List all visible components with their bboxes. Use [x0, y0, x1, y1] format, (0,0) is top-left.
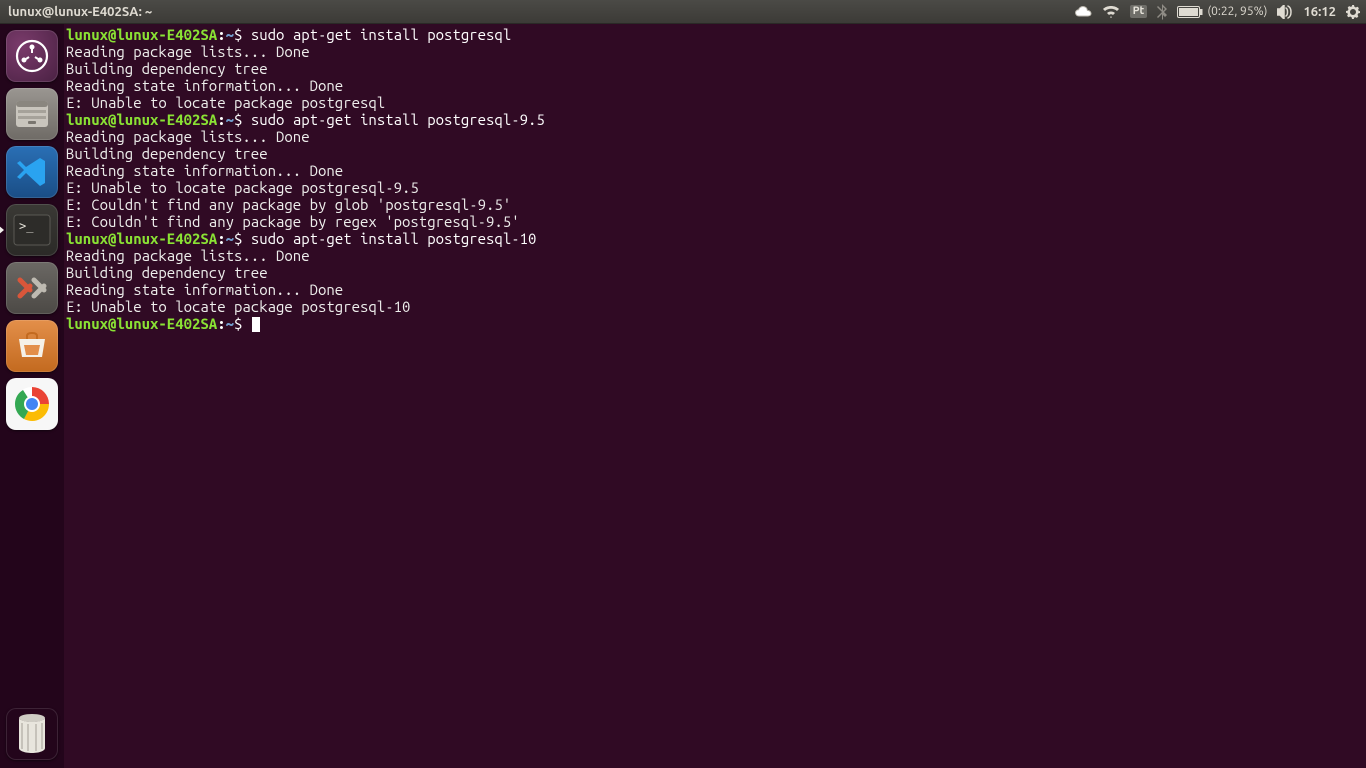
- terminal-output-line: E: Unable to locate package postgresql-9…: [66, 179, 1366, 196]
- terminal-prompt-line: lunux@lunux-E402SA:~$ sudo apt-get insta…: [66, 111, 1366, 128]
- terminal-command: sudo apt-get install postgresql: [251, 26, 511, 43]
- software-icon[interactable]: [6, 320, 58, 372]
- terminal-prompt-line: lunux@lunux-E402SA:~$ sudo apt-get insta…: [66, 230, 1366, 247]
- battery-text: (0:22, 95%): [1207, 5, 1267, 18]
- terminal-output-line: Reading package lists... Done: [66, 128, 1366, 145]
- terminal-output-line: Reading package lists... Done: [66, 43, 1366, 60]
- terminal-output-line: E: Couldn't find any package by regex 'p…: [66, 213, 1366, 230]
- terminal-output-line: Reading state information... Done: [66, 162, 1366, 179]
- terminal-output-line: E: Couldn't find any package by glob 'po…: [66, 196, 1366, 213]
- gear-icon[interactable]: [1346, 5, 1360, 19]
- unity-launcher: >_: [0, 24, 64, 768]
- sound-icon[interactable]: [1277, 5, 1293, 19]
- terminal-output-line: Reading state information... Done: [66, 281, 1366, 298]
- clock[interactable]: 16:12: [1303, 5, 1336, 19]
- terminal-output-line: Reading package lists... Done: [66, 247, 1366, 264]
- top-menu-bar: lunux@lunux-E402SA: ~ Pt (0:22, 95%) 16:…: [0, 0, 1366, 24]
- settings-icon[interactable]: [6, 262, 58, 314]
- trash-icon[interactable]: [6, 708, 58, 760]
- terminal-command: sudo apt-get install postgresql-9.5: [251, 111, 545, 128]
- terminal-prompt-line: lunux@lunux-E402SA:~$: [66, 315, 1366, 332]
- files-icon[interactable]: [6, 88, 58, 140]
- terminal-icon[interactable]: >_: [6, 204, 58, 256]
- window-title: lunux@lunux-E402SA: ~: [8, 5, 152, 19]
- chrome-icon[interactable]: [6, 378, 58, 430]
- cloud-icon[interactable]: [1074, 5, 1092, 19]
- terminal-viewport[interactable]: lunux@lunux-E402SA:~$ sudo apt-get insta…: [64, 24, 1366, 768]
- terminal-prompt-line: lunux@lunux-E402SA:~$ sudo apt-get insta…: [66, 26, 1366, 43]
- terminal-output-line: Building dependency tree: [66, 264, 1366, 281]
- svg-text:>_: >_: [19, 219, 34, 233]
- terminal-output-line: E: Unable to locate package postgresql-1…: [66, 298, 1366, 315]
- keyboard-layout-indicator[interactable]: Pt: [1130, 5, 1148, 18]
- dash-icon[interactable]: [6, 30, 58, 82]
- terminal-output-line: Building dependency tree: [66, 60, 1366, 77]
- wifi-icon[interactable]: [1102, 5, 1120, 19]
- terminal-command: sudo apt-get install postgresql-10: [251, 230, 537, 247]
- terminal-output-line: Reading state information... Done: [66, 77, 1366, 94]
- bluetooth-icon[interactable]: [1157, 4, 1167, 20]
- battery-indicator[interactable]: (0:22, 95%): [1177, 5, 1267, 18]
- terminal-output-line: Building dependency tree: [66, 145, 1366, 162]
- vscode-icon[interactable]: [6, 146, 58, 198]
- terminal-cursor: [252, 317, 260, 332]
- terminal-output-line: E: Unable to locate package postgresql: [66, 94, 1366, 111]
- system-indicators: Pt (0:22, 95%) 16:12: [1074, 4, 1360, 20]
